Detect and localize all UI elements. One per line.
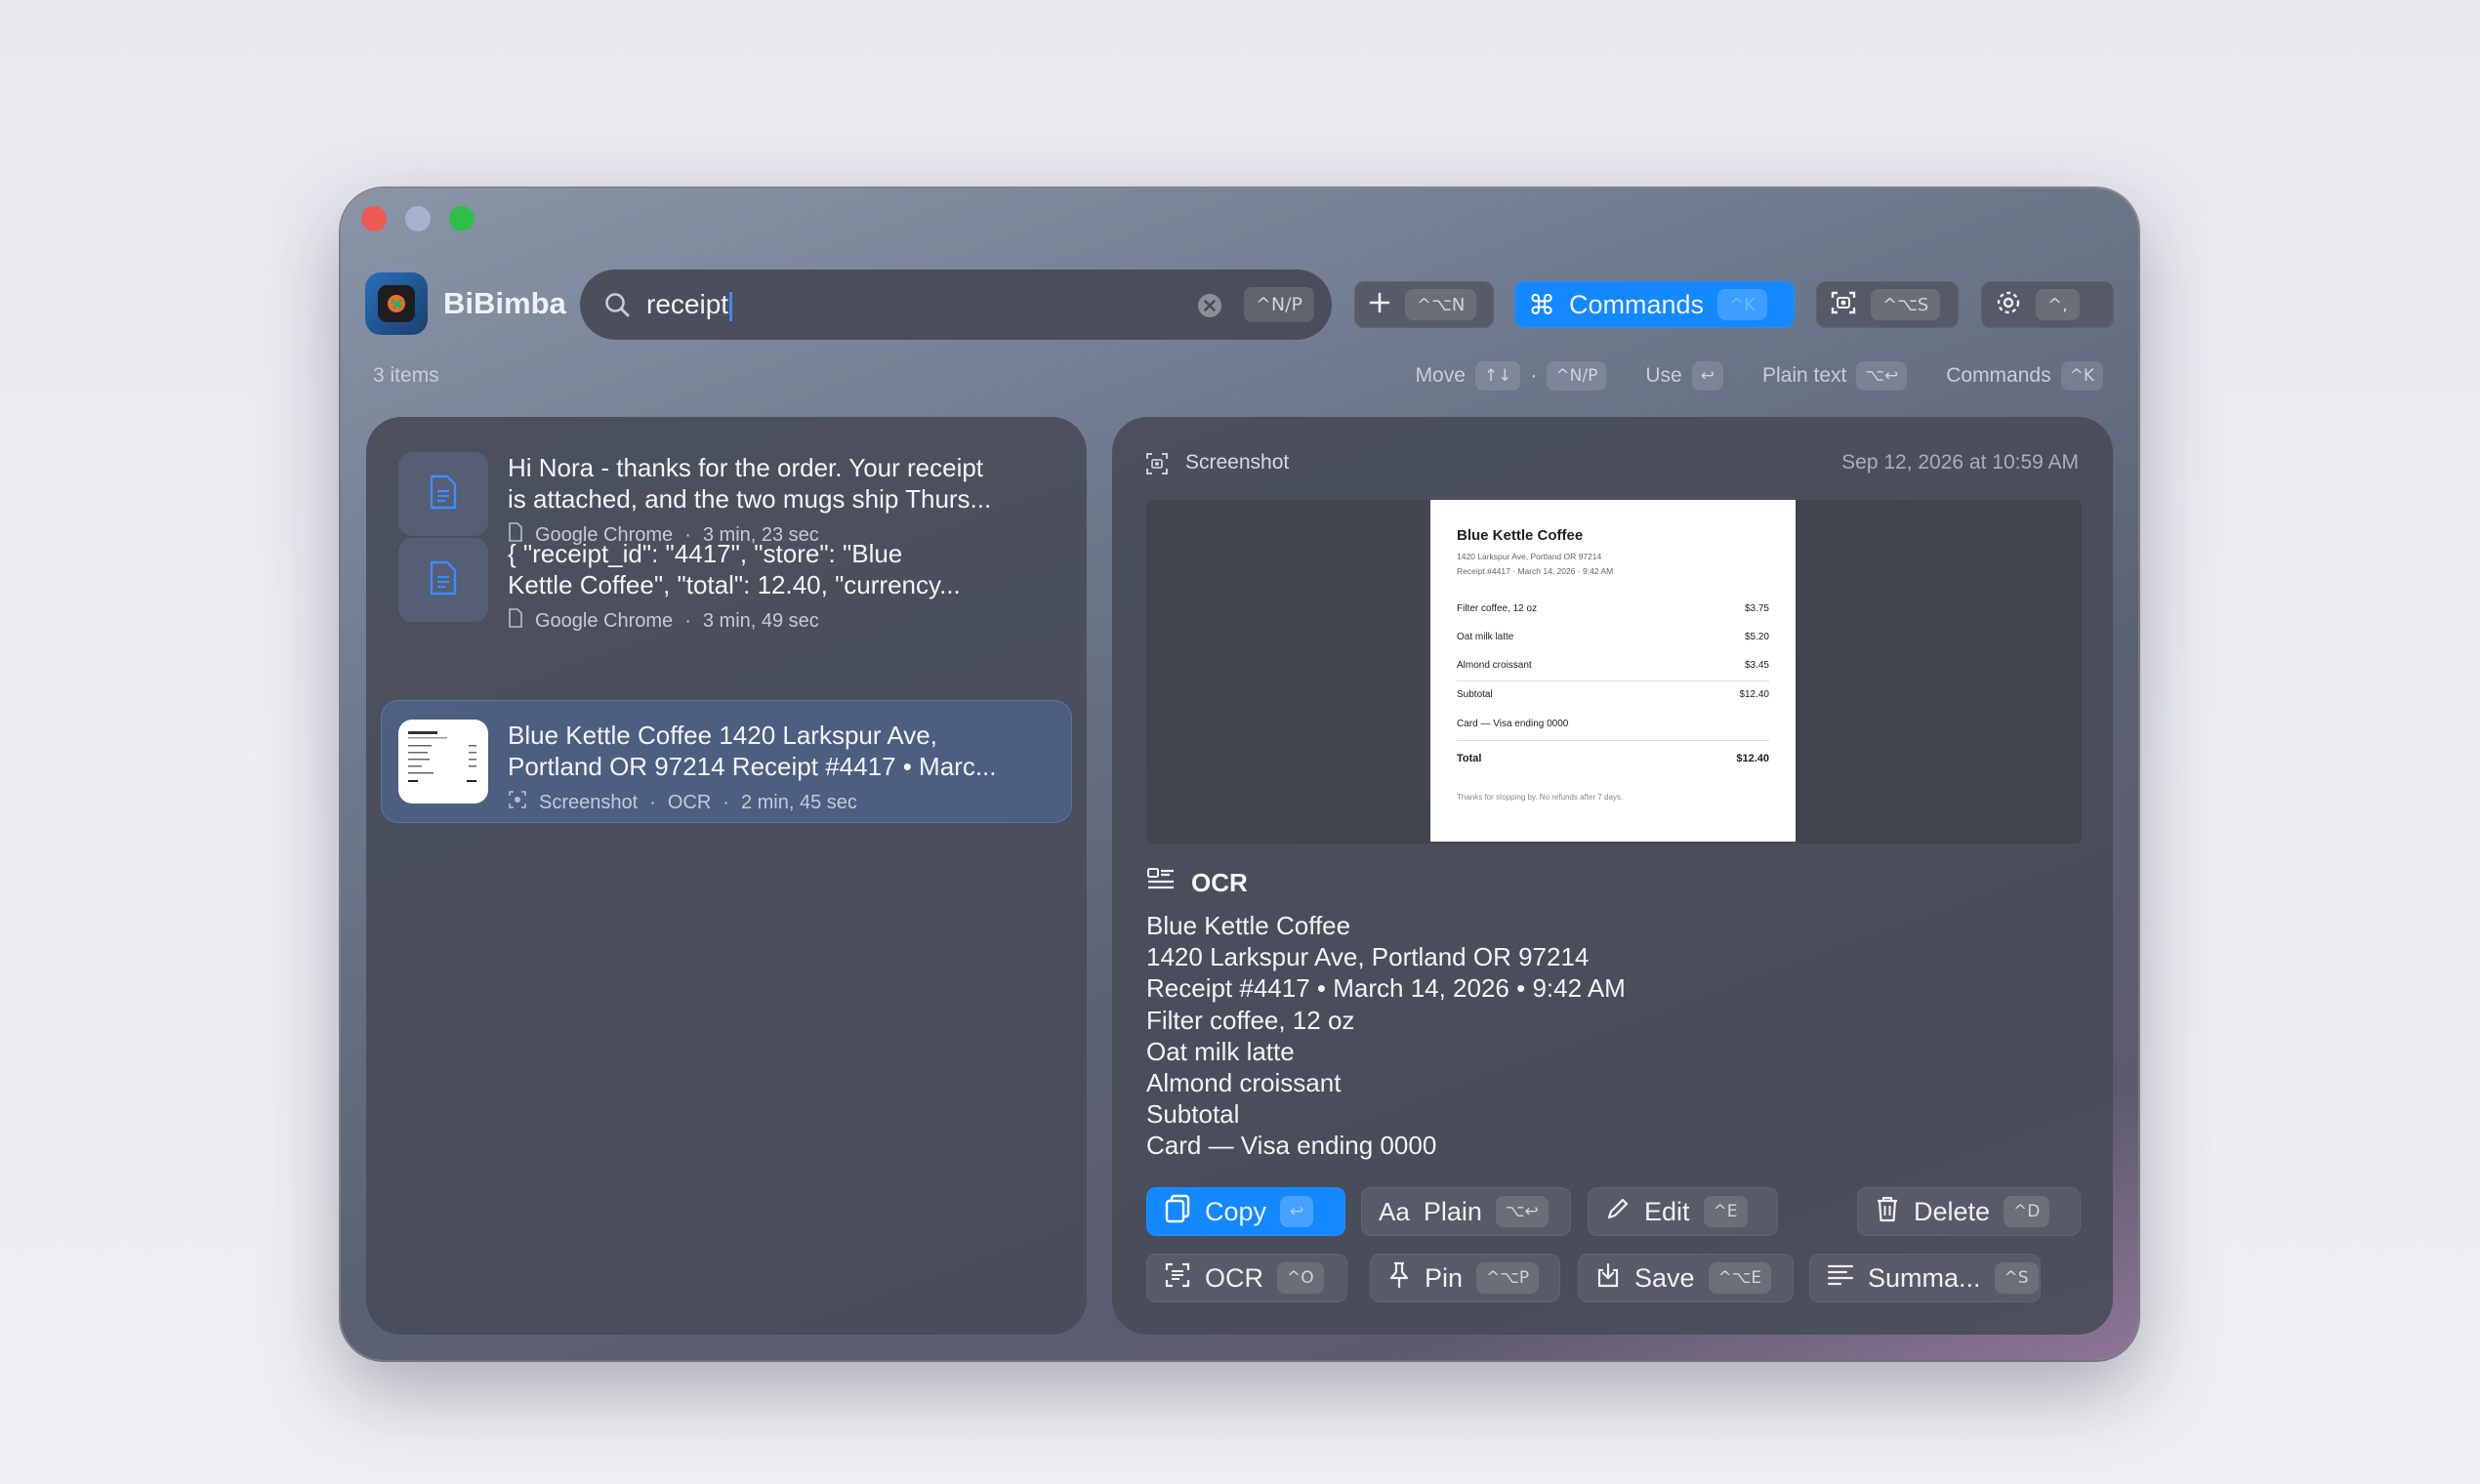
pencil-icon [1605, 1196, 1631, 1228]
item-meta: Google Chrome · 3 min, 49 sec [508, 608, 819, 634]
item-thumbnail [398, 538, 488, 622]
item-age: 2 min, 45 sec [740, 791, 857, 813]
search-field[interactable]: receipt ^N/P [580, 269, 1332, 340]
hint-use-label: Use [1645, 364, 1682, 387]
screenshot-small-icon [508, 790, 527, 815]
plain-shortcut: ⌥↩ [1495, 1196, 1549, 1227]
results-list: Hi Nora - thanks for the order. Your rec… [366, 417, 1087, 1335]
list-item-selected[interactable]: Blue Kettle Coffee 1420 Larkspur Ave, Po… [381, 700, 1072, 823]
text-format-icon: Aa [1379, 1196, 1410, 1226]
ocr-shortcut: ^O [1277, 1262, 1324, 1294]
hint-use-key: ↩ [1691, 361, 1723, 391]
item-count: 3 items [373, 364, 439, 387]
text-caret [729, 291, 733, 321]
document-icon [429, 560, 458, 600]
ocr-scan-icon [1164, 1261, 1191, 1296]
commands-shortcut: ^K [1717, 289, 1767, 320]
hint-plain-label: Plain text [1761, 364, 1847, 387]
keyboard-hints: Move ↑↓ · ^N/P Use ↩ Plain text ⌥↩ Comma… [1416, 361, 2103, 391]
app-name: BiBimba [443, 286, 566, 320]
save-shortcut: ^⌥E [1708, 1262, 1772, 1294]
settings-shortcut: ^, [2036, 289, 2080, 320]
settings-button[interactable]: ^, [1981, 281, 2114, 328]
search-icon [603, 291, 631, 323]
screenshot-type-icon [1145, 452, 1169, 480]
download-icon [1595, 1261, 1621, 1296]
plain-button[interactable]: Aa Plain ⌥↩ [1361, 1187, 1571, 1236]
hint-commands-label: Commands [1946, 364, 2051, 387]
ocr-text-icon [1146, 867, 1176, 899]
clear-search-icon[interactable] [1197, 293, 1222, 323]
screenshot-capture-icon [1830, 289, 1857, 321]
edit-button[interactable]: Edit ^E [1588, 1187, 1778, 1236]
zoom-window-button[interactable] [449, 206, 475, 231]
save-button[interactable]: Save ^⌥E [1578, 1254, 1794, 1302]
screenshot-button[interactable]: ^⌥S [1816, 281, 1959, 328]
search-shortcut-hint: ^N/P [1244, 287, 1314, 322]
new-item-shortcut: ^⌥N [1405, 289, 1477, 320]
commands-label: Commands [1569, 289, 1705, 319]
detail-timestamp: Sep 12, 2026 at 10:59 AM [1841, 451, 2079, 474]
plus-icon [1368, 291, 1391, 319]
hint-move-arrows: ↑↓ [1474, 361, 1521, 391]
copy-icon [1164, 1194, 1191, 1230]
receipt-image-preview: Blue Kettle Coffee 1420 Larkspur Ave, Po… [1430, 500, 1796, 842]
hint-plain-key: ⌥↩ [1856, 361, 1908, 391]
new-item-button[interactable]: ^⌥N [1354, 281, 1494, 328]
pin-button[interactable]: Pin ^⌥P [1370, 1254, 1560, 1302]
ocr-text-content: Blue Kettle Coffee 1420 Larkspur Ave, Po… [1146, 911, 1626, 1161]
delete-shortcut: ^D [2004, 1196, 2050, 1227]
summarize-button[interactable]: Summa... ^S [1809, 1254, 2041, 1302]
item-title: Hi Nora - thanks for the order. Your rec… [508, 453, 992, 514]
delete-button[interactable]: Delete ^D [1857, 1187, 2081, 1236]
minimize-window-button[interactable] [405, 206, 431, 231]
search-input[interactable]: receipt [646, 289, 733, 321]
hint-move-label: Move [1415, 364, 1466, 387]
ocr-section-heading: OCR [1146, 867, 1248, 899]
copy-button[interactable]: Copy ↩ [1146, 1187, 1345, 1236]
summarize-shortcut: ^S [1994, 1262, 2039, 1294]
commands-button[interactable]: ⌘ Commands ^K [1514, 281, 1795, 328]
list-item[interactable]: { "receipt_id": "4417", "store": "Blue K… [381, 518, 1072, 641]
app-logo-icon [365, 272, 428, 335]
close-window-button[interactable] [361, 206, 387, 231]
copy-shortcut: ↩ [1280, 1196, 1314, 1227]
hint-move-keys: ^N/P [1547, 361, 1607, 391]
ocr-button[interactable]: OCR ^O [1146, 1254, 1347, 1302]
item-source: Screenshot [539, 791, 639, 813]
document-small-icon [508, 608, 523, 634]
summary-lines-icon [1827, 1263, 1854, 1294]
item-source: Google Chrome [535, 609, 674, 632]
gear-icon [1995, 289, 2022, 321]
screenshot-shortcut: ^⌥S [1871, 289, 1941, 320]
hint-commands-key: ^K [2060, 361, 2103, 391]
pin-icon [1387, 1260, 1411, 1297]
item-tag: OCR [667, 791, 712, 813]
detail-type-label: Screenshot [1185, 451, 1290, 474]
trash-icon [1875, 1195, 1900, 1229]
pin-shortcut: ^⌥P [1476, 1262, 1540, 1294]
item-age: 3 min, 49 sec [702, 609, 819, 632]
item-title: { "receipt_id": "4417", "store": "Blue K… [508, 539, 961, 599]
command-key-icon: ⌘ [1528, 288, 1555, 321]
document-icon [429, 474, 458, 515]
item-title: Blue Kettle Coffee 1420 Larkspur Ave, Po… [508, 721, 997, 781]
item-meta: Screenshot · OCR · 2 min, 45 sec [508, 790, 857, 815]
item-thumbnail [398, 720, 488, 804]
edit-shortcut: ^E [1703, 1196, 1748, 1227]
